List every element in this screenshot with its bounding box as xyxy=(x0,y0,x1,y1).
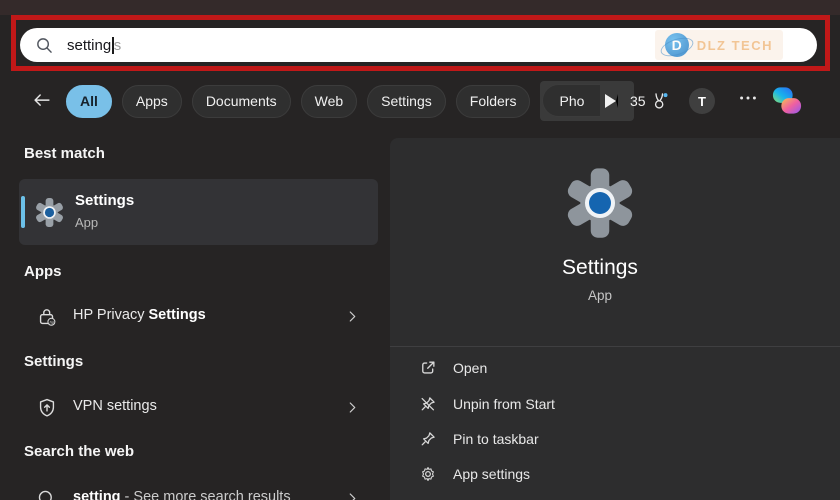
arrow-left-icon xyxy=(34,94,50,106)
ellipsis-icon xyxy=(740,96,756,99)
chevron-right-icon xyxy=(349,493,356,500)
app-preview-panel: Settings App Open Unpin from Start Pin t… xyxy=(390,138,840,500)
tab-photos-truncated[interactable]: Pho xyxy=(542,84,601,117)
back-button[interactable] xyxy=(30,90,54,112)
rewards-counter[interactable]: 35 xyxy=(630,82,670,120)
svg-text:hp: hp xyxy=(50,319,55,324)
windows-search-flyout: setting s D DLZ TECH All Apps Documents … xyxy=(0,0,840,500)
action-unpin-from-start[interactable]: Unpin from Start xyxy=(402,389,822,419)
top-strip xyxy=(0,0,840,15)
preview-app-type: App xyxy=(587,288,613,303)
video-play-overlay: Pho xyxy=(540,81,635,121)
selection-accent-bar xyxy=(21,196,25,228)
section-header-settings: Settings xyxy=(24,353,84,370)
preview-app-name: Settings xyxy=(562,256,638,279)
shield-arrow-icon xyxy=(39,398,55,417)
tab-web[interactable]: Web xyxy=(300,84,358,118)
section-header-search-the-web: Search the web xyxy=(24,443,135,460)
filter-bar: All Apps Documents Web Settings Folders … xyxy=(0,81,840,121)
action-pin-to-taskbar[interactable]: Pin to taskbar xyxy=(402,424,822,454)
section-header-apps: Apps xyxy=(24,263,62,280)
open-external-icon xyxy=(422,361,435,374)
medal-icon xyxy=(654,93,668,109)
result-vpn-settings[interactable]: VPN settings xyxy=(19,386,378,430)
best-match-subtitle: App xyxy=(75,215,99,230)
result-label: VPN settings xyxy=(73,398,157,414)
divider xyxy=(390,346,840,347)
tab-settings[interactable]: Settings xyxy=(367,84,446,118)
gear-icon xyxy=(422,466,434,482)
copilot-icon[interactable] xyxy=(772,86,802,115)
rewards-count: 35 xyxy=(630,93,646,109)
hp-lock-icon: hp xyxy=(39,309,56,326)
unpin-icon xyxy=(421,397,435,411)
watermark-brand-text: DLZ TECH xyxy=(696,37,773,53)
section-header-best-match: Best match xyxy=(24,145,105,162)
user-avatar[interactable]: T xyxy=(689,88,715,114)
best-match-title: Settings xyxy=(75,192,135,209)
tab-apps[interactable]: Apps xyxy=(121,84,182,118)
best-match-result-settings[interactable]: Settings App xyxy=(19,179,378,245)
result-hp-privacy-settings[interactable]: hp HP Privacy Settings xyxy=(19,295,378,339)
play-icon[interactable] xyxy=(605,94,619,108)
filter-tabs: All Apps Documents Web Settings Folders … xyxy=(66,81,635,121)
tab-documents[interactable]: Documents xyxy=(191,84,291,118)
magnifier-icon xyxy=(38,490,52,500)
search-input[interactable]: setting s D DLZ TECH xyxy=(20,28,817,62)
result-label: setting - See more search results xyxy=(73,489,291,500)
pin-icon xyxy=(421,432,435,446)
watermark-logo: D xyxy=(664,33,689,57)
action-app-settings[interactable]: App settings xyxy=(402,459,822,489)
search-icon xyxy=(37,37,52,53)
tab-all[interactable]: All xyxy=(66,84,112,118)
chevron-right-icon xyxy=(349,402,356,413)
more-options-button[interactable] xyxy=(734,86,762,114)
tab-folders[interactable]: Folders xyxy=(455,84,531,118)
action-open[interactable]: Open xyxy=(402,353,822,383)
result-label: HP Privacy Settings xyxy=(73,307,206,323)
chevron-right-icon xyxy=(349,311,356,322)
search-query-text: setting xyxy=(67,36,112,54)
autocomplete-ghost-text: s xyxy=(113,36,122,54)
settings-gear-icon xyxy=(36,197,63,228)
result-web-search[interactable]: setting - See more search results xyxy=(19,477,378,500)
watermark: D DLZ TECH xyxy=(654,30,783,60)
settings-gear-icon-large xyxy=(567,168,633,238)
